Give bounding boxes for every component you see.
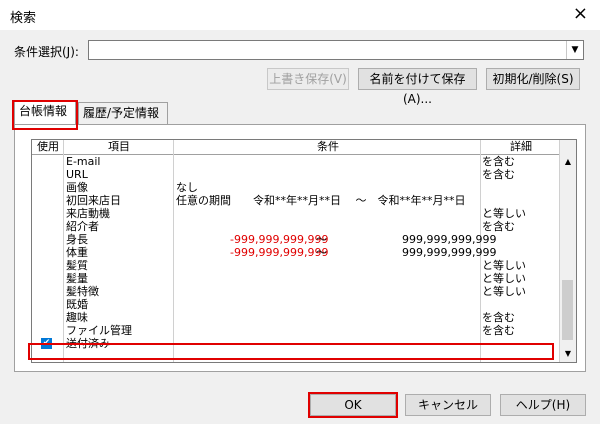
item-label: 紹介者 xyxy=(66,220,99,233)
condition-value[interactable]: なし xyxy=(176,181,198,194)
item-label: 画像 xyxy=(66,181,88,194)
use-checkbox[interactable] xyxy=(32,324,63,337)
item-label: 髪特徴 xyxy=(66,285,99,298)
condition-select-combo[interactable]: ▼ xyxy=(88,40,584,60)
detail-value[interactable]: と等しい xyxy=(482,259,526,272)
detail-value[interactable]: を含む xyxy=(482,168,515,181)
condition-grid: 使用 項目 条件 詳細 E-mail を含む URL を含む 画像 なし 初回来… xyxy=(31,139,577,363)
header-condition: 条件 xyxy=(317,140,339,153)
table-row[interactable]: 髪量 と等しい xyxy=(32,272,560,285)
condition-min-value[interactable]: -999,999,999,999 xyxy=(230,233,328,246)
condition-min-value[interactable]: -999,999,999,999 xyxy=(230,246,328,259)
overwrite-save-button[interactable]: 上書き保存(V) xyxy=(267,68,349,90)
header-use: 使用 xyxy=(37,140,59,153)
header-item: 項目 xyxy=(108,140,130,153)
use-checkbox[interactable] xyxy=(32,285,63,298)
item-label: 体重 xyxy=(66,246,88,259)
tab-ledger-info[interactable]: 台帳情報 xyxy=(14,100,76,124)
table-row[interactable]: 髪特徴 と等しい xyxy=(32,285,560,298)
title-bar: 検索 × xyxy=(0,0,600,30)
item-label: ファイル管理 xyxy=(66,324,132,337)
use-checkbox[interactable] xyxy=(32,168,63,181)
item-label: E-mail xyxy=(66,155,101,168)
item-label: 趣味 xyxy=(66,311,88,324)
table-row[interactable]: 体重 -999,999,999,999 ～ 999,999,999,999 xyxy=(32,246,560,259)
dialog-client: 条件選択(J): ▼ 上書き保存(V) 名前を付けて保存(A)... 初期化/削… xyxy=(0,30,600,424)
use-checkbox[interactable] xyxy=(32,259,63,272)
item-label: URL xyxy=(66,168,88,181)
table-row[interactable]: 来店動機 と等しい xyxy=(32,207,560,220)
table-row[interactable]: ファイル管理 を含む xyxy=(32,324,560,337)
close-icon[interactable]: × xyxy=(573,4,588,24)
scroll-up-icon[interactable]: ▲ xyxy=(560,154,576,170)
use-checkbox[interactable] xyxy=(32,311,63,324)
reset-delete-button[interactable]: 初期化/削除(S) xyxy=(486,68,580,90)
cancel-button[interactable]: キャンセル xyxy=(405,394,491,416)
use-checkbox[interactable] xyxy=(32,194,63,207)
use-checkbox[interactable] xyxy=(32,298,63,311)
use-checkbox[interactable] xyxy=(32,207,63,220)
condition-value[interactable]: 任意の期間 令和**年**月**日 ～ 令和**年**月**日 xyxy=(176,194,466,207)
table-row[interactable]: 髪質 と等しい xyxy=(32,259,560,272)
header-detail: 詳細 xyxy=(510,140,532,153)
table-row[interactable]: 初回来店日 任意の期間 令和**年**月**日 ～ 令和**年**月**日 xyxy=(32,194,560,207)
table-row[interactable]: 既婚 xyxy=(32,298,560,311)
item-label: 初回来店日 xyxy=(66,194,121,207)
vertical-scrollbar[interactable]: ▲ ▼ xyxy=(559,140,576,362)
item-label: 既婚 xyxy=(66,298,88,311)
ok-button[interactable]: OK xyxy=(310,394,396,416)
use-checkbox[interactable] xyxy=(32,246,63,259)
table-row[interactable]: URL を含む xyxy=(32,168,560,181)
detail-value[interactable]: を含む xyxy=(482,311,515,324)
chevron-down-icon[interactable]: ▼ xyxy=(566,41,583,59)
condition-max-value[interactable]: 999,999,999,999 xyxy=(402,246,496,259)
detail-value[interactable]: を含む xyxy=(482,324,515,337)
detail-value[interactable]: を含む xyxy=(482,155,515,168)
tab-history-schedule[interactable]: 履歴/予定情報 xyxy=(78,102,168,124)
item-label: 身長 xyxy=(66,233,88,246)
condition-max-value[interactable]: 999,999,999,999 xyxy=(402,233,496,246)
table-row[interactable]: E-mail を含む xyxy=(32,155,560,168)
scrollbar-thumb[interactable] xyxy=(562,280,573,340)
item-label: 来店動機 xyxy=(66,207,110,220)
table-row[interactable]: 紹介者 を含む xyxy=(32,220,560,233)
range-tilde: ～ xyxy=(316,233,327,246)
table-row[interactable]: 身長 -999,999,999,999 ～ 999,999,999,999 xyxy=(32,233,560,246)
use-checkbox[interactable] xyxy=(32,272,63,285)
table-row[interactable]: 趣味 を含む xyxy=(32,311,560,324)
table-row[interactable]: 画像 なし xyxy=(32,181,560,194)
window-title: 検索 xyxy=(10,11,37,26)
use-checkbox[interactable] xyxy=(32,220,63,233)
detail-value[interactable]: と等しい xyxy=(482,207,526,220)
item-label: 髪質 xyxy=(66,259,88,272)
help-button[interactable]: ヘルプ(H) xyxy=(500,394,586,416)
tab-panel: 使用 項目 条件 詳細 E-mail を含む URL を含む 画像 なし 初回来… xyxy=(14,124,586,372)
scroll-down-icon[interactable]: ▼ xyxy=(560,346,576,362)
use-checkbox[interactable] xyxy=(32,233,63,246)
item-label: 送付済み xyxy=(66,337,110,350)
save-as-button[interactable]: 名前を付けて保存(A)... xyxy=(358,68,477,106)
range-tilde: ～ xyxy=(316,246,327,259)
detail-value[interactable]: と等しい xyxy=(482,272,526,285)
detail-value[interactable]: を含む xyxy=(482,220,515,233)
item-label: 髪量 xyxy=(66,272,88,285)
use-checkbox[interactable] xyxy=(32,181,63,194)
table-row-selected[interactable]: ✔ 送付済み xyxy=(32,337,560,350)
use-checkbox[interactable] xyxy=(32,155,63,168)
checkmark-icon: ✔ xyxy=(41,338,52,349)
condition-select-label: 条件選択(J): xyxy=(14,45,79,59)
detail-value[interactable]: と等しい xyxy=(482,285,526,298)
use-checkbox[interactable]: ✔ xyxy=(32,337,63,350)
